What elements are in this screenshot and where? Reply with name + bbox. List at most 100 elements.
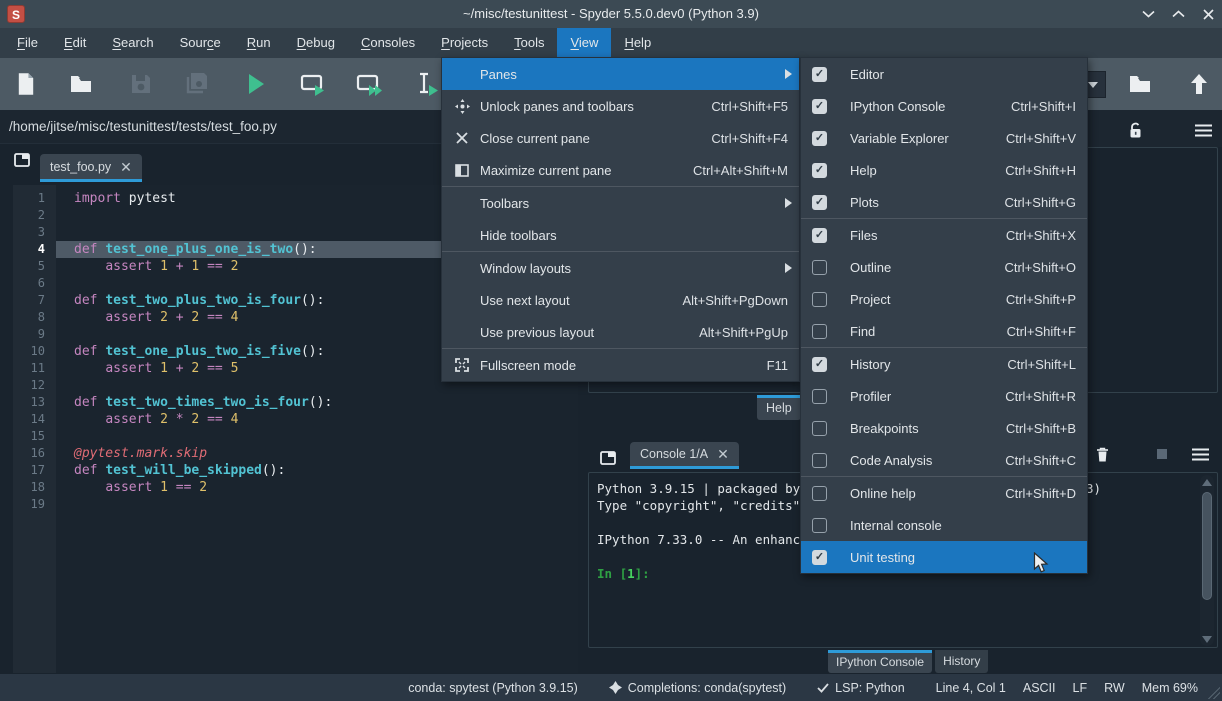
scrollbar-thumb[interactable] bbox=[1202, 492, 1212, 600]
menubar-item-run[interactable]: Run bbox=[234, 28, 284, 58]
fullscreen-icon bbox=[451, 358, 473, 372]
line-number: 10 bbox=[13, 343, 56, 360]
menu-item-fullscreen-mode[interactable]: Fullscreen modeF11 bbox=[442, 349, 799, 381]
view-menu: PanesUnlock panes and toolbarsCtrl+Shift… bbox=[441, 57, 800, 382]
scroll-down-icon[interactable] bbox=[1202, 635, 1212, 643]
menu-item-unlock-panes-and-toolbars[interactable]: Unlock panes and toolbarsCtrl+Shift+F5 bbox=[442, 90, 799, 122]
menubar-item-debug[interactable]: Debug bbox=[284, 28, 348, 58]
menu-item-label: Use previous layout bbox=[480, 325, 594, 340]
panes-menu-item-code-analysis[interactable]: Code AnalysisCtrl+Shift+C bbox=[801, 444, 1087, 476]
panes-menu-item-online-help[interactable]: Online helpCtrl+Shift+D bbox=[801, 477, 1087, 509]
code-line: assert 2 * 2 == 4 bbox=[56, 411, 572, 428]
menu-item-use-next-layout[interactable]: Use next layoutAlt+Shift+PgDown bbox=[442, 284, 799, 316]
line-number: 14 bbox=[13, 411, 56, 428]
tab-close-icon[interactable]: ✕ bbox=[120, 161, 132, 173]
console-output-line bbox=[597, 514, 815, 531]
title-bar: S ~/misc/testunittest - Spyder 5.5.0.dev… bbox=[0, 0, 1222, 28]
open-file-button[interactable] bbox=[65, 67, 101, 101]
menu-item-toolbars[interactable]: Toolbars bbox=[442, 187, 799, 219]
panes-menu-item-help[interactable]: ✓HelpCtrl+Shift+H bbox=[801, 154, 1087, 186]
lsp-status[interactable]: LSP: Python bbox=[817, 681, 905, 695]
panes-menu-item-label: Online help bbox=[850, 486, 916, 501]
line-number: 15 bbox=[13, 428, 56, 445]
menubar-item-tools[interactable]: Tools bbox=[501, 28, 557, 58]
interrupt-kernel-icon[interactable] bbox=[1150, 442, 1174, 466]
new-file-button[interactable] bbox=[8, 67, 44, 101]
menubar-item-projects[interactable]: Projects bbox=[428, 28, 501, 58]
panes-menu-item-internal-console[interactable]: Internal console bbox=[801, 509, 1087, 541]
save-all-button[interactable] bbox=[180, 67, 216, 101]
menu-item-maximize-current-pane[interactable]: Maximize current paneCtrl+Alt+Shift+M bbox=[442, 154, 799, 186]
panes-menu-item-find[interactable]: FindCtrl+Shift+F bbox=[801, 315, 1087, 347]
console-scrollbar[interactable] bbox=[1200, 475, 1214, 646]
maximize-button[interactable] bbox=[1170, 6, 1186, 22]
tab-history[interactable]: History bbox=[935, 650, 988, 673]
remove-console-icon[interactable] bbox=[1090, 442, 1114, 466]
menubar-item-file[interactable]: File bbox=[4, 28, 51, 58]
panes-menu-item-ipython-console[interactable]: ✓IPython ConsoleCtrl+Shift+I bbox=[801, 90, 1087, 122]
tab-help[interactable]: Help bbox=[757, 395, 801, 420]
menubar-item-source[interactable]: Source bbox=[167, 28, 234, 58]
menubar-item-edit[interactable]: Edit bbox=[51, 28, 99, 58]
scroll-up-icon[interactable] bbox=[1202, 478, 1212, 486]
console-tab[interactable]: Console 1/A ✕ bbox=[630, 442, 739, 469]
panes-menu-item-variable-explorer[interactable]: ✓Variable ExplorerCtrl+Shift+V bbox=[801, 122, 1087, 154]
panes-menu-item-profiler[interactable]: ProfilerCtrl+Shift+R bbox=[801, 380, 1087, 412]
menu-item-window-layouts[interactable]: Window layouts bbox=[442, 252, 799, 284]
console-options-menu-icon[interactable] bbox=[1188, 442, 1212, 466]
panes-menu-item-project[interactable]: ProjectCtrl+Shift+P bbox=[801, 283, 1087, 315]
line-number: 3 bbox=[13, 224, 56, 241]
browse-working-directory-button[interactable] bbox=[1124, 67, 1160, 101]
console-prompt: In [1]: bbox=[597, 565, 815, 582]
panes-menu-item-shortcut: Ctrl+Shift+V bbox=[1006, 131, 1076, 146]
console-text-fragment: 3) bbox=[1086, 480, 1101, 497]
panes-menu-item-shortcut: Ctrl+Shift+X bbox=[1006, 228, 1076, 243]
menubar-item-search[interactable]: Search bbox=[99, 28, 166, 58]
save-file-button[interactable] bbox=[123, 67, 159, 101]
line-number: 9 bbox=[13, 326, 56, 343]
menubar-item-view[interactable]: View bbox=[557, 28, 611, 58]
console-undock-icon[interactable] bbox=[596, 446, 620, 470]
menu-item-label: Window layouts bbox=[480, 261, 571, 276]
checkbox-unchecked-icon bbox=[812, 486, 827, 501]
panes-menu-item-outline[interactable]: OutlineCtrl+Shift+O bbox=[801, 251, 1087, 283]
tab-ipython-console[interactable]: IPython Console bbox=[828, 650, 932, 673]
window-title: ~/misc/testunittest - Spyder 5.5.0.dev0 … bbox=[0, 0, 1222, 28]
panes-menu-item-editor[interactable]: ✓Editor bbox=[801, 58, 1087, 90]
minimize-button[interactable] bbox=[1140, 6, 1156, 22]
panes-menu-item-breakpoints[interactable]: BreakpointsCtrl+Shift+B bbox=[801, 412, 1087, 444]
interpreter-status[interactable]: conda: spytest (Python 3.9.15) bbox=[408, 681, 578, 695]
menu-item-close-current-pane[interactable]: Close current paneCtrl+Shift+F4 bbox=[442, 122, 799, 154]
completions-status[interactable]: Completions: conda(spytest) bbox=[609, 681, 786, 695]
run-cell-button[interactable] bbox=[295, 67, 331, 101]
menu-item-use-previous-layout[interactable]: Use previous layoutAlt+Shift+PgUp bbox=[442, 316, 799, 348]
panes-menu-item-plots[interactable]: ✓PlotsCtrl+Shift+G bbox=[801, 186, 1087, 218]
parent-directory-button[interactable] bbox=[1181, 67, 1217, 101]
status-text: conda: spytest (Python 3.9.15) bbox=[408, 681, 578, 695]
panes-menu-item-shortcut: Ctrl+Shift+F bbox=[1007, 324, 1076, 339]
panes-menu-item-history[interactable]: ✓HistoryCtrl+Shift+L bbox=[801, 348, 1087, 380]
console-tab-close-icon[interactable]: ✕ bbox=[717, 448, 729, 460]
menu-item-panes[interactable]: Panes bbox=[442, 58, 799, 90]
line-number: 1 bbox=[13, 190, 56, 207]
resize-grip[interactable] bbox=[1208, 687, 1220, 699]
run-cell-advance-button[interactable] bbox=[352, 67, 388, 101]
panes-menu-item-files[interactable]: ✓FilesCtrl+Shift+X bbox=[801, 219, 1087, 251]
panes-menu-item-label: IPython Console bbox=[850, 99, 945, 114]
menu-item-hide-toolbars[interactable]: Hide toolbars bbox=[442, 219, 799, 251]
code-line: assert 1 == 2 bbox=[56, 479, 572, 496]
status-text: Line 4, Col 1 bbox=[936, 681, 1006, 695]
status-text: LSP: Python bbox=[835, 681, 905, 695]
menubar-item-help[interactable]: Help bbox=[611, 28, 664, 58]
menu-item-shortcut: Ctrl+Alt+Shift+M bbox=[693, 163, 788, 178]
menubar-item-consoles[interactable]: Consoles bbox=[348, 28, 428, 58]
editor-tab-test-foo[interactable]: test_foo.py ✕ bbox=[40, 154, 142, 182]
panes-menu-item-shortcut: Ctrl+Shift+G bbox=[1004, 195, 1076, 210]
console-tab-label: Console 1/A bbox=[640, 447, 708, 461]
editor-undock-icon[interactable] bbox=[14, 152, 30, 168]
code-line bbox=[56, 428, 572, 445]
run-file-button[interactable] bbox=[238, 67, 274, 101]
help-options-menu-icon[interactable] bbox=[1192, 119, 1214, 141]
close-button[interactable] bbox=[1200, 6, 1216, 22]
lock-icon[interactable] bbox=[1124, 119, 1146, 141]
